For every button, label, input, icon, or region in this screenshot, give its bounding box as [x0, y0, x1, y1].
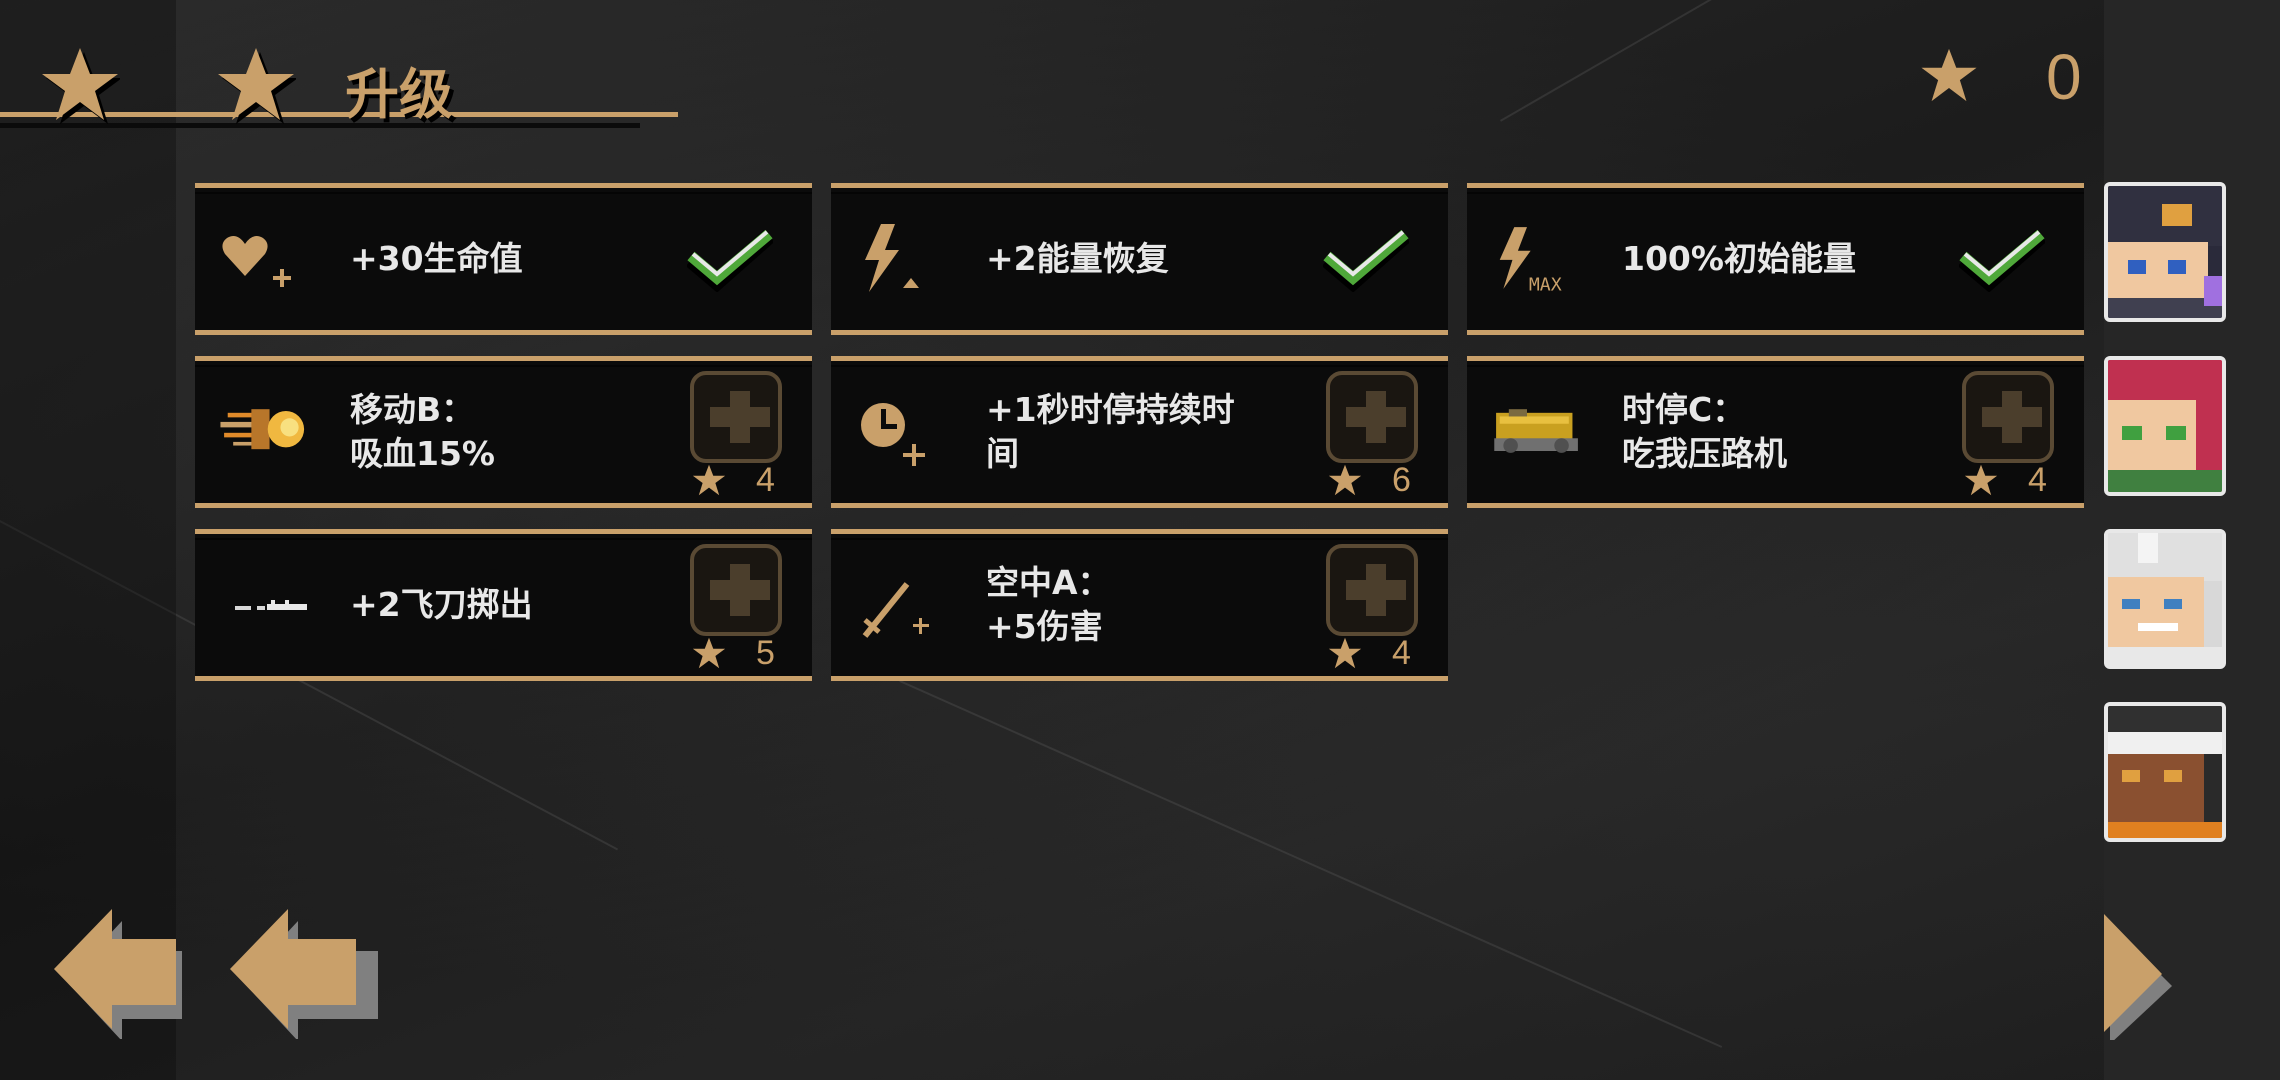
upgrade-label: 移动B： 吸血15%	[350, 390, 495, 473]
cost-value: 4	[1392, 634, 1411, 672]
fireball-icon	[220, 409, 305, 450]
buy-upgrade-button[interactable]	[1326, 544, 1418, 636]
cost-value: 5	[756, 634, 775, 672]
upgrade-label: +1秒时停持续时 间	[986, 390, 1235, 473]
star-icon	[42, 48, 120, 124]
upgrade-cost: 4	[1328, 634, 1438, 674]
cost-value: 6	[1392, 461, 1411, 499]
cost-value: 4	[2028, 461, 2047, 499]
character-portrait[interactable]	[2104, 702, 2226, 842]
upgrade-label: +2飞刀掷出	[350, 585, 533, 624]
star-icon	[1328, 464, 1362, 496]
check-icon	[1959, 230, 2045, 292]
check-icon	[687, 230, 773, 292]
star-icon	[218, 48, 296, 124]
star-icon	[1964, 464, 1998, 496]
upgrade-cost: 6	[1328, 461, 1438, 501]
clock-plus-icon	[861, 403, 925, 466]
svg-text:MAX: MAX	[1529, 275, 1562, 296]
character-portrait[interactable]	[2104, 182, 2226, 322]
sword-plus-icon	[862, 582, 929, 638]
upgrade-cost: 4	[692, 461, 802, 501]
upgrade-card-road-roller: 时停C： 吃我压路机 4	[1467, 356, 2084, 508]
character-3-avatar	[2108, 533, 2222, 665]
character-portrait[interactable]	[2104, 529, 2226, 669]
upgrade-label: +30生命值	[350, 239, 523, 278]
upgrade-label: 空中A： +5伤害	[986, 563, 1111, 646]
upgrade-card-lifesteal: 移动B： 吸血15% 4	[195, 356, 812, 508]
upgrade-card-knives: +2飞刀掷出 5	[195, 529, 812, 681]
upgrade-label: 100%初始能量	[1622, 239, 1856, 278]
heart-plus-icon	[222, 236, 291, 287]
page-title: 升级	[345, 63, 453, 126]
check-icon	[1323, 230, 1409, 292]
upgrade-cost: 5	[692, 634, 802, 674]
road-roller-icon	[1494, 409, 1578, 453]
back-arrow-icon[interactable]	[228, 905, 378, 1039]
buy-upgrade-button[interactable]	[690, 544, 782, 636]
next-arrow-icon[interactable]	[2104, 910, 2174, 1040]
star-currency-counter: 0	[1920, 40, 2100, 120]
knife-icon	[235, 600, 307, 610]
upgrade-cost: 4	[1964, 461, 2074, 501]
upgrade-card-energy-regen: +2能量恢复	[831, 183, 1448, 335]
back-arrow-icon[interactable]	[52, 905, 182, 1039]
buy-upgrade-button[interactable]	[1326, 371, 1418, 463]
lightning-up-icon	[865, 224, 919, 292]
character-2-avatar	[2108, 360, 2222, 492]
lightning-max-icon: MAX	[1499, 227, 1562, 296]
background-crack	[1500, 0, 1935, 122]
star-icon	[692, 464, 726, 496]
upgrade-label: 时停C： 吃我压路机	[1622, 390, 1787, 473]
star-icon	[1328, 637, 1362, 669]
upgrade-card-hp: +30生命值	[195, 183, 812, 335]
upgrade-card-initial-energy: MAX 100%初始能量	[1467, 183, 2084, 335]
header: 升级	[0, 0, 700, 140]
upgrade-card-air-damage: 空中A： +5伤害 4	[831, 529, 1448, 681]
buy-upgrade-button[interactable]	[690, 371, 782, 463]
upgrade-label: +2能量恢复	[986, 239, 1169, 278]
background-crack	[899, 680, 1723, 1048]
star-icon	[692, 637, 726, 669]
buy-upgrade-button[interactable]	[1962, 371, 2054, 463]
upgrade-card-timestop-duration: +1秒时停持续时 间 6	[831, 356, 1448, 508]
character-portrait[interactable]	[2104, 356, 2226, 496]
cost-value: 4	[756, 461, 775, 499]
character-1-avatar	[2108, 186, 2222, 318]
star-count: 0	[2046, 41, 2082, 113]
star-icon	[1921, 48, 1977, 102]
character-4-avatar	[2108, 706, 2222, 838]
upgrade-screen: 升级 0 +30生命值 +2能量恢复 MAX 100%初始能量 移动B： 吸血1…	[0, 0, 2280, 1080]
